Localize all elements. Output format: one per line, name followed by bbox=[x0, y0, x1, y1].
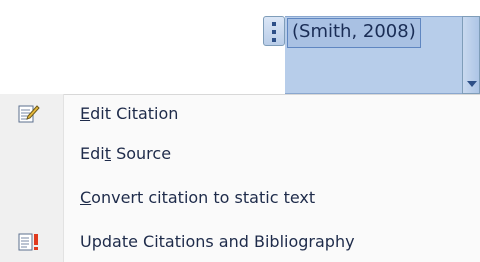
menu-item-update-citations[interactable]: Update Citations and Bibliography bbox=[0, 224, 480, 260]
menu-item-label: Update Citations and Bibliography bbox=[80, 232, 355, 251]
update-citations-icon bbox=[18, 232, 40, 252]
citation-text[interactable]: (Smith, 2008) bbox=[287, 18, 421, 48]
menu-item-label: Edit Source bbox=[80, 144, 172, 163]
menu-item-edit-source[interactable]: Edit Source bbox=[0, 136, 480, 172]
menu-item-convert-citation[interactable]: Convert citation to static text bbox=[0, 180, 480, 216]
menu-item-edit-citation[interactable]: Edit Citation bbox=[0, 96, 480, 132]
chevron-down-icon bbox=[467, 81, 477, 87]
citation-dropdown-button[interactable] bbox=[462, 16, 480, 94]
edit-citation-icon bbox=[18, 104, 40, 124]
drag-handle-icon[interactable] bbox=[263, 16, 285, 46]
menu-border bbox=[0, 94, 480, 95]
citation-content-control[interactable]: (Smith, 2008) bbox=[263, 14, 480, 94]
menu-item-label: Edit Citation bbox=[80, 104, 179, 123]
citation-options-menu: Edit Citation Edit Source Convert citati… bbox=[0, 94, 480, 262]
menu-item-label: Convert citation to static text bbox=[80, 188, 316, 207]
